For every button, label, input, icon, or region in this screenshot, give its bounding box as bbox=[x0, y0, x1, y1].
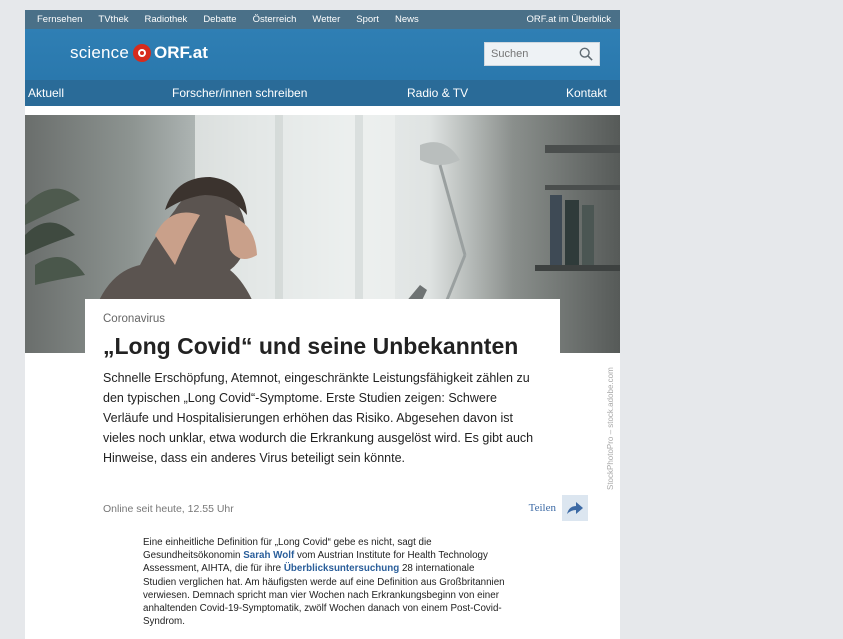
link-sarah-wolf[interactable]: Sarah Wolf bbox=[243, 550, 294, 561]
topnav-news[interactable]: News bbox=[387, 14, 427, 25]
link-ueberblicksuntersuchung[interactable]: Überblicksuntersuchung bbox=[284, 563, 399, 574]
topnav-debatte[interactable]: Debatte bbox=[195, 14, 244, 25]
topnav-fernsehen[interactable]: Fernsehen bbox=[29, 14, 90, 25]
orf-top-navigation: Fernsehen TVthek Radiothek Debatte Öster… bbox=[25, 10, 620, 29]
site-header: science ORF.at bbox=[25, 29, 620, 80]
article-lead: Schnelle Erschöpfung, Atemnot, eingeschr… bbox=[103, 371, 534, 465]
search-box bbox=[484, 42, 600, 66]
search-input[interactable] bbox=[485, 43, 575, 65]
share-button[interactable]: Teilen bbox=[529, 495, 588, 521]
orf-logo-icon bbox=[133, 44, 152, 62]
share-label: Teilen bbox=[528, 502, 556, 514]
topnav-tvthek[interactable]: TVthek bbox=[90, 14, 136, 25]
publish-date: Online seit heute, 12.55 Uhr bbox=[103, 503, 234, 515]
topnav-orf-overview[interactable]: ORF.at im Überblick bbox=[519, 14, 616, 25]
science-orf-logo[interactable]: science ORF.at bbox=[70, 43, 208, 63]
article-kicker: Coronavirus bbox=[103, 313, 165, 325]
logo-science-text: science bbox=[70, 43, 130, 62]
nav-forscher-schreiben[interactable]: Forscher/innen schreiben bbox=[172, 86, 307, 100]
search-icon[interactable] bbox=[579, 47, 593, 61]
topnav-wetter[interactable]: Wetter bbox=[304, 14, 348, 25]
article-header-card: Coronavirus „Long Covid“ und seine Unbek… bbox=[85, 299, 560, 468]
page-container: Fernsehen TVthek Radiothek Debatte Öster… bbox=[25, 10, 620, 639]
topnav-radiothek[interactable]: Radiothek bbox=[137, 14, 196, 25]
article-body-paragraph: Eine einheitliche Definition für „Long C… bbox=[143, 536, 508, 628]
logo-orf-text: ORF.at bbox=[154, 43, 208, 62]
page-background bbox=[0, 0, 25, 639]
nav-radio-tv[interactable]: Radio & TV bbox=[407, 86, 468, 100]
nav-aktuell[interactable]: Aktuell bbox=[28, 86, 64, 100]
main-navigation: Aktuell Forscher/innen schreiben Radio &… bbox=[25, 80, 620, 106]
share-arrow-icon[interactable] bbox=[562, 495, 588, 521]
topnav-oesterreich[interactable]: Österreich bbox=[245, 14, 305, 25]
article-title: „Long Covid“ und seine Unbekannten bbox=[103, 333, 519, 359]
image-credit: StockPhotoPro – stock.adobe.com bbox=[606, 367, 615, 490]
nav-kontakt[interactable]: Kontakt bbox=[566, 86, 607, 100]
article-meta: Online seit heute, 12.55 Uhr Teilen bbox=[103, 495, 588, 521]
topnav-sport[interactable]: Sport bbox=[348, 14, 387, 25]
